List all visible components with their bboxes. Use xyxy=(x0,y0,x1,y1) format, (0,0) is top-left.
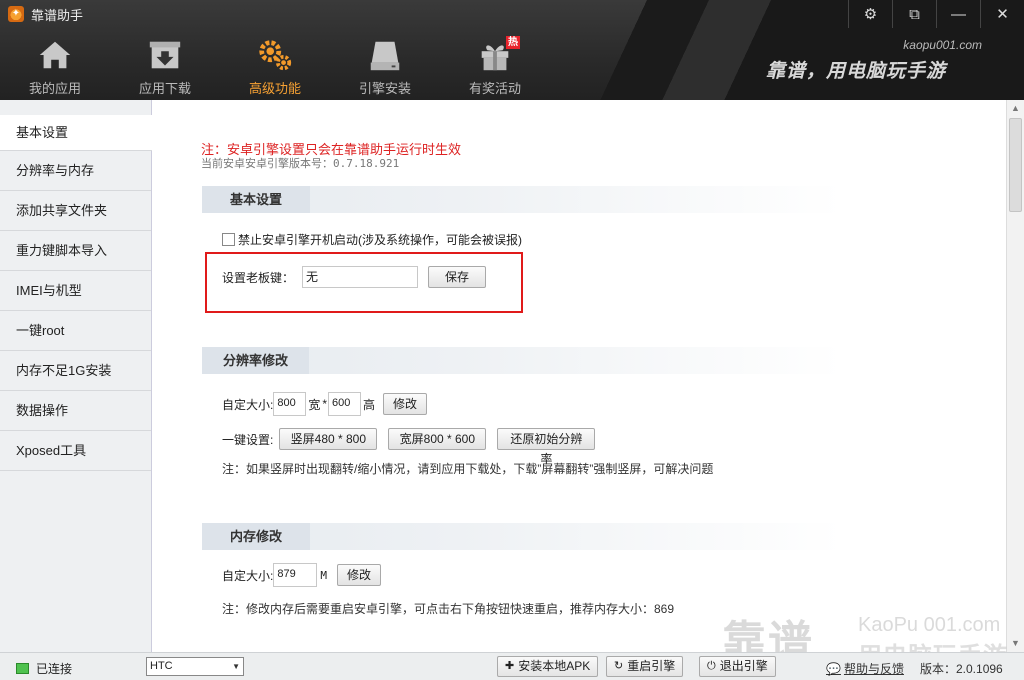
power-icon: ⏻ xyxy=(707,660,716,672)
device-select[interactable]: HTC ▼ xyxy=(146,657,244,676)
nav-engine-install[interactable]: 引擎安装 xyxy=(330,30,440,100)
oneclick-label: 一键设置: xyxy=(222,432,274,447)
memory-note: 注：修改内存后需要重启安卓引擎，可点击右下角按钮快速重启，推荐内存大小：869 xyxy=(222,602,675,616)
exit-engine-button[interactable]: ⏻ 退出引擎 xyxy=(699,656,776,677)
nav-label: 有奖活动 xyxy=(468,81,521,96)
sidebar-item-resolution-memory[interactable]: 分辨率与内存 xyxy=(0,151,151,191)
section-memory-title: 内存修改 xyxy=(202,523,311,550)
disable-autostart-checkbox[interactable] xyxy=(222,233,235,246)
app-title-text: 靠谱助手 xyxy=(31,7,84,23)
refresh-icon: ↻ xyxy=(614,660,624,672)
resolution-note: 注：如果竖屏时出现翻转/缩小情况，请到应用下载处，下载”屏幕翻转”强制竖屏，可解… xyxy=(222,462,714,476)
times-sign: * xyxy=(322,397,328,411)
sidebar-item-low-memory-install[interactable]: 内存不足1G安装 xyxy=(0,351,151,391)
nav-advanced[interactable]: 高级功能 xyxy=(220,30,330,100)
title-bar: ✦ 靠谱助手 ⚙ ⧉ — ✕ 我的应用 应用下载 高级功能 引擎安装 有奖活动 … xyxy=(0,0,1024,100)
memory-row: 自定大小: 879 M 修改 xyxy=(222,563,381,587)
nav-rewards[interactable]: 有奖活动 热 xyxy=(440,30,550,100)
memory-input[interactable]: 879 xyxy=(273,563,318,587)
nav-label: 高级功能 xyxy=(248,81,301,96)
scroll-down-arrow-icon[interactable]: ▼ xyxy=(1007,635,1024,652)
bosskey-label: 设置老板键： xyxy=(222,270,295,285)
custom-resolution-row: 自定大小: 800 宽 * 600 高 修改 xyxy=(222,392,428,416)
scroll-thumb[interactable] xyxy=(1009,118,1022,212)
section-basic-header: 基本设置 xyxy=(202,186,842,213)
landscape-800x600-button[interactable]: 宽屏800 * 600 xyxy=(388,428,487,450)
sidebar-item-data-ops[interactable]: 数据操作 xyxy=(0,391,151,431)
app-logo-icon: ✦ xyxy=(8,6,24,22)
settings-panel: 注：安卓引擎设置只会在靠谱助手运行时生效 当前安卓安卓引擎版本号：0.7.18.… xyxy=(153,100,1006,652)
sidebar-item-shared-folder[interactable]: 添加共享文件夹 xyxy=(0,191,151,231)
install-local-apk-button[interactable]: ✚ 安装本地APK xyxy=(497,656,599,677)
nav-label: 我的应用 xyxy=(28,81,81,96)
hot-badge: 热 xyxy=(506,36,520,49)
app-title: ✦ 靠谱助手 xyxy=(8,5,83,23)
engine-version-line: 当前安卓安卓引擎版本号：0.7.18.921 xyxy=(201,157,400,170)
gears-icon xyxy=(259,40,292,71)
brand-slogan: 靠谱，用电脑玩手游 xyxy=(765,61,946,82)
connection-status: 已连接 xyxy=(16,660,72,677)
chevron-down-icon: ▼ xyxy=(232,662,240,671)
sidebar: 基本设置 分辨率与内存 添加共享文件夹 重力键脚本导入 IMEI与机型 一键ro… xyxy=(0,100,152,652)
resolution-modify-button[interactable]: 修改 xyxy=(383,393,428,415)
save-button[interactable]: 保存 xyxy=(428,266,486,288)
device-select-value: HTC xyxy=(150,660,173,672)
restart-engine-button[interactable]: ↻ 重启引擎 xyxy=(606,656,684,677)
chat-bubble-icon: 💬 xyxy=(826,661,841,676)
plus-icon: ✚ xyxy=(505,660,515,672)
exit-engine-label: 退出引擎 xyxy=(719,659,768,673)
section-resolution-title: 分辨率修改 xyxy=(202,347,310,374)
status-bar: 已连接 HTC ▼ ✚ 安装本地APK ↻ 重启引擎 ⏻ 退出引擎 💬 帮助与反… xyxy=(0,652,1024,680)
width-input[interactable]: 800 xyxy=(273,392,307,416)
height-input[interactable]: 600 xyxy=(328,392,362,416)
settings-gear-icon[interactable]: ⚙ xyxy=(848,0,892,28)
window-controls: ⚙ ⧉ — ✕ xyxy=(848,0,1024,28)
main-nav: 我的应用 应用下载 高级功能 引擎安装 有奖活动 热 xyxy=(0,30,550,100)
nav-my-apps[interactable]: 我的应用 xyxy=(0,30,110,100)
nav-app-download[interactable]: 应用下载 xyxy=(110,30,220,100)
disable-autostart-row: 禁止安卓引擎开机启动(涉及系统操作，可能会被误报) xyxy=(222,231,522,248)
install-apk-label: 安装本地APK xyxy=(518,659,591,673)
disable-autostart-label: 禁止安卓引擎开机启动(涉及系统操作，可能会被误报) xyxy=(238,233,522,247)
restore-resolution-button[interactable]: 还原初始分辨率 xyxy=(497,428,596,466)
brand-url: kaopu001.com xyxy=(903,38,982,52)
memory-size-label: 自定大小: xyxy=(222,568,274,583)
custom-size-label: 自定大小: xyxy=(222,397,274,412)
bosskey-input[interactable]: 无 xyxy=(302,266,418,288)
restore-window-icon[interactable]: ⧉ xyxy=(892,0,936,28)
scroll-up-arrow-icon[interactable]: ▲ xyxy=(1007,100,1024,117)
sidebar-item-imei-model[interactable]: IMEI与机型 xyxy=(0,271,151,311)
sidebar-item-basic-settings[interactable]: 基本设置 xyxy=(0,115,152,151)
nav-label: 引擎安装 xyxy=(358,81,411,96)
section-resolution-header: 分辨率修改 xyxy=(202,347,842,374)
sidebar-item-gravity-script[interactable]: 重力键脚本导入 xyxy=(0,231,151,271)
memory-modify-button[interactable]: 修改 xyxy=(336,564,381,586)
home-icon xyxy=(39,41,71,69)
portrait-480x800-button[interactable]: 竖屏480 * 800 xyxy=(279,428,378,450)
download-box-icon xyxy=(149,41,181,69)
oneclick-resolution-row: 一键设置: 竖屏480 * 800 宽屏800 * 600 还原初始分辨率 xyxy=(222,428,596,466)
main-scrollbar[interactable]: ▲ ▼ xyxy=(1006,100,1024,652)
close-icon[interactable]: ✕ xyxy=(980,0,1024,28)
monitor-connected-icon xyxy=(16,663,29,674)
disk-icon xyxy=(370,41,400,71)
nav-label: 应用下载 xyxy=(138,81,191,96)
bosskey-row: 设置老板键： 无 保存 xyxy=(222,266,486,288)
section-basic-title: 基本设置 xyxy=(202,186,311,213)
height-unit: 高 xyxy=(363,397,376,412)
minimize-icon[interactable]: — xyxy=(936,0,980,28)
sidebar-item-root[interactable]: 一键root xyxy=(0,311,151,351)
memory-unit: M xyxy=(320,568,327,582)
connection-status-text: 已连接 xyxy=(36,662,73,676)
app-version: 版本：2.0.1096 xyxy=(920,662,1003,676)
width-unit: 宽 xyxy=(308,397,321,412)
help-feedback-label: 帮助与反馈 xyxy=(843,662,904,676)
sidebar-item-xposed[interactable]: Xposed工具 xyxy=(0,431,151,471)
restart-engine-label: 重启引擎 xyxy=(627,659,676,673)
section-memory-header: 内存修改 xyxy=(202,523,842,550)
help-feedback-link[interactable]: 💬 帮助与反馈 xyxy=(826,660,904,677)
